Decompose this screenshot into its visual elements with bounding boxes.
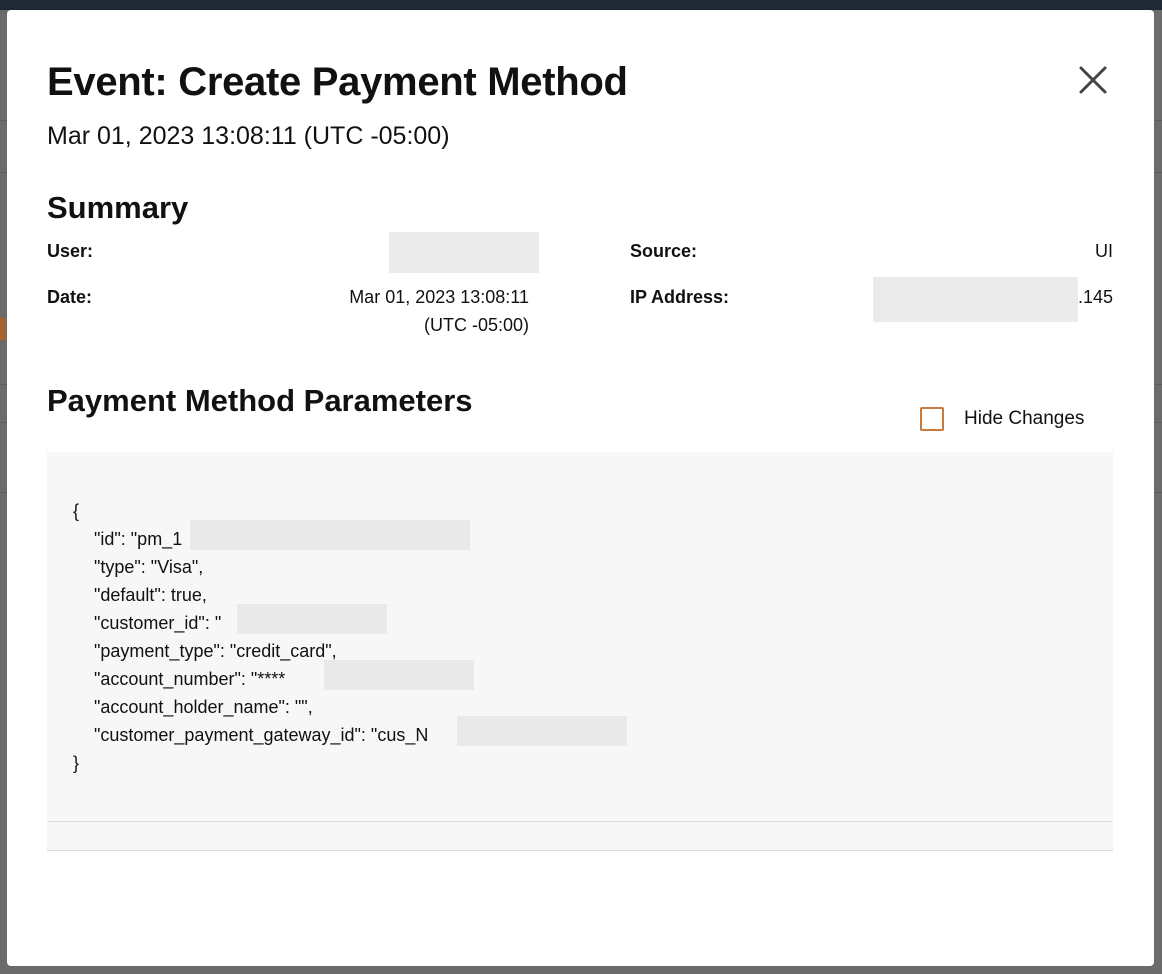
summary-heading: Summary bbox=[47, 190, 189, 225]
json-line-account-number: "account_number": "**** bbox=[94, 669, 286, 689]
json-close-brace: } bbox=[73, 753, 80, 773]
ip-address-label: IP Address: bbox=[630, 287, 730, 307]
json-customer-id-redacted bbox=[237, 604, 387, 634]
user-label: User: bbox=[47, 241, 94, 261]
user-value-redacted bbox=[389, 232, 539, 273]
json-line-payment-type: "payment_type": "credit_card", bbox=[94, 641, 337, 661]
date-value-line1: Mar 01, 2023 13:08:11 bbox=[349, 287, 529, 307]
event-timestamp: Mar 01, 2023 13:08:11 (UTC -05:00) bbox=[47, 122, 450, 150]
json-line-type: "type": "Visa", bbox=[94, 557, 204, 577]
hide-changes-checkbox[interactable] bbox=[920, 407, 944, 431]
hide-changes-label[interactable]: Hide Changes bbox=[964, 408, 1084, 430]
close-button[interactable] bbox=[1075, 62, 1111, 98]
source-label: Source: bbox=[630, 241, 698, 261]
json-line-gateway-id: "customer_payment_gateway_id": "cus_N bbox=[94, 725, 429, 745]
source-value: UI bbox=[1095, 241, 1113, 261]
event-details-modal: Event: Create Payment Method Mar 01, 202… bbox=[7, 10, 1154, 966]
date-value-line2: (UTC -05:00) bbox=[423, 315, 529, 335]
ip-address-suffix: .145 bbox=[1077, 287, 1113, 307]
json-id-redacted bbox=[190, 520, 470, 550]
json-gateway-id-redacted bbox=[457, 716, 627, 746]
close-icon bbox=[1079, 66, 1107, 94]
json-view-footer bbox=[47, 822, 1113, 851]
background-accent-mark bbox=[0, 318, 6, 340]
json-line-account-holder-name: "account_holder_name": "", bbox=[94, 697, 313, 717]
parameters-heading: Payment Method Parameters bbox=[47, 383, 473, 418]
background-top-bar bbox=[0, 0, 1162, 10]
json-line-id: "id": "pm_1 bbox=[94, 529, 183, 549]
parameters-json-view: { "id": "pm_1 "type": "Visa", "default":… bbox=[47, 452, 1113, 822]
json-line-default: "default": true, bbox=[94, 585, 207, 605]
modal-title: Event: Create Payment Method bbox=[47, 60, 628, 104]
json-line-customer-id: "customer_id": " bbox=[94, 613, 222, 633]
json-account-number-redacted bbox=[324, 660, 474, 690]
json-open-brace: { bbox=[73, 501, 80, 521]
date-label: Date: bbox=[47, 287, 93, 307]
ip-address-redacted bbox=[873, 277, 1078, 322]
